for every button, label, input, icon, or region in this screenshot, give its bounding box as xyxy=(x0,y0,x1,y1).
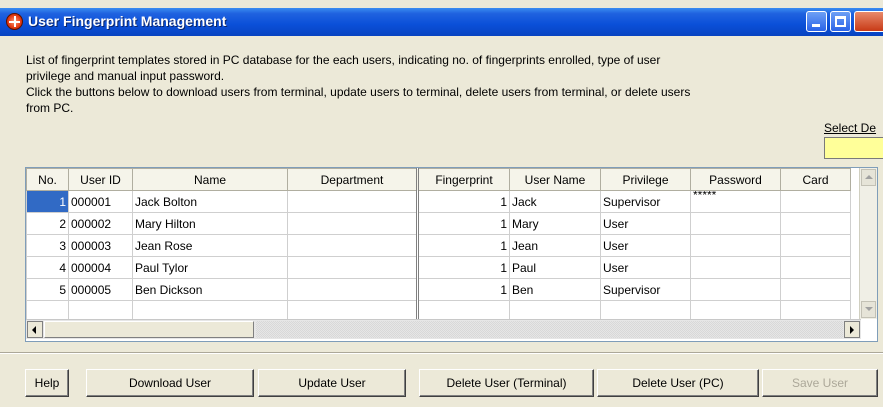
table-header-row: No. User ID Name Department Fingerprint … xyxy=(26,168,851,191)
minimize-button[interactable] xyxy=(806,11,827,32)
horizontal-scrollbar[interactable] xyxy=(26,319,861,339)
cell-privilege[interactable]: User xyxy=(600,234,691,257)
delete-user-pc-button[interactable]: Delete User (PC) xyxy=(597,369,759,397)
cell-fingerprint[interactable]: 1 xyxy=(416,234,510,257)
cell-privilege[interactable]: User xyxy=(600,212,691,235)
description-line: from PC. xyxy=(26,101,74,115)
cell-password[interactable] xyxy=(690,234,781,257)
app-icon xyxy=(6,13,23,30)
cell-privilege[interactable]: Supervisor xyxy=(600,278,691,301)
cell-user-name[interactable]: Mary xyxy=(509,212,601,235)
column-header-department[interactable]: Department xyxy=(287,168,418,191)
update-user-button[interactable]: Update User xyxy=(258,369,406,397)
cell-name[interactable]: Mary Hilton xyxy=(132,212,288,235)
cell-user-name[interactable]: Ben xyxy=(509,278,601,301)
arrow-up-icon xyxy=(865,175,873,179)
save-user-button[interactable]: Save User xyxy=(762,369,878,397)
scroll-right-button[interactable] xyxy=(844,321,860,338)
maximize-button[interactable] xyxy=(830,11,851,32)
cell-name[interactable]: Ben Dickson xyxy=(132,278,288,301)
cell-fingerprint[interactable]: 1 xyxy=(416,212,510,235)
cell-department[interactable] xyxy=(287,212,418,235)
cell-user-name[interactable]: Jean xyxy=(509,234,601,257)
arrow-down-icon xyxy=(865,307,873,311)
cell-department[interactable] xyxy=(287,234,418,257)
cell-card[interactable] xyxy=(780,190,851,213)
cell-user-name[interactable]: Jack xyxy=(509,190,601,213)
cell-user-id[interactable]: 000004 xyxy=(68,256,133,279)
download-user-button[interactable]: Download User xyxy=(86,369,254,397)
column-header-password[interactable]: Password xyxy=(690,168,781,191)
cell-user-id[interactable]: 000003 xyxy=(68,234,133,257)
cell-no[interactable]: 4 xyxy=(26,256,69,279)
horizontal-scroll-track[interactable] xyxy=(256,321,843,338)
cell-name[interactable]: Jack Bolton xyxy=(132,190,288,213)
cell-no[interactable]: 3 xyxy=(26,234,69,257)
description-line: privilege and manual input password. xyxy=(26,69,225,83)
cell-user-id[interactable]: 000001 xyxy=(68,190,133,213)
column-header-fingerprint[interactable]: Fingerprint xyxy=(416,168,510,191)
select-device-field[interactable] xyxy=(824,137,883,159)
cell-no[interactable]: 2 xyxy=(26,212,69,235)
column-header-user-name[interactable]: User Name xyxy=(509,168,601,191)
close-button[interactable] xyxy=(854,11,883,32)
cell-department[interactable] xyxy=(287,256,418,279)
table-row[interactable]: 1 000001 Jack Bolton 1 Jack Supervisor *… xyxy=(26,190,851,213)
help-button[interactable]: Help xyxy=(25,369,69,397)
table-row[interactable]: 4 000004 Paul Tylor 1 Paul User xyxy=(26,256,851,279)
horizontal-scroll-thumb[interactable] xyxy=(44,321,254,338)
scroll-down-button[interactable] xyxy=(861,301,876,318)
user-fingerprint-window: User Fingerprint Management List of fing… xyxy=(0,0,883,407)
arrow-right-icon xyxy=(850,326,854,334)
cell-no[interactable]: 1 xyxy=(26,190,69,213)
description-line: List of fingerprint templates stored in … xyxy=(26,53,661,67)
cell-card[interactable] xyxy=(780,234,851,257)
table-row[interactable]: 5 000005 Ben Dickson 1 Ben Supervisor xyxy=(26,278,851,301)
cell-name[interactable]: Paul Tylor xyxy=(132,256,288,279)
description-text: List of fingerprint templates stored in … xyxy=(26,52,816,116)
column-header-user-id[interactable]: User ID xyxy=(68,168,133,191)
cell-user-name[interactable]: Paul xyxy=(509,256,601,279)
cell-no[interactable]: 5 xyxy=(26,278,69,301)
cell-privilege[interactable]: Supervisor xyxy=(600,190,691,213)
user-table: No. User ID Name Department Fingerprint … xyxy=(26,168,851,323)
table-row[interactable]: 3 000003 Jean Rose 1 Jean User xyxy=(26,234,851,257)
window-title: User Fingerprint Management xyxy=(28,13,227,29)
cell-password[interactable] xyxy=(690,278,781,301)
arrow-left-icon xyxy=(32,326,36,334)
cell-user-id[interactable]: 000005 xyxy=(68,278,133,301)
cell-fingerprint[interactable]: 1 xyxy=(416,256,510,279)
cell-password[interactable]: ***** xyxy=(690,190,781,213)
title-bar[interactable]: User Fingerprint Management xyxy=(0,8,883,36)
vertical-scrollbar[interactable] xyxy=(859,168,877,319)
delete-user-terminal-button[interactable]: Delete User (Terminal) xyxy=(419,369,594,397)
scroll-up-button[interactable] xyxy=(861,169,876,186)
column-header-card[interactable]: Card xyxy=(780,168,851,191)
select-device-label: Select De xyxy=(824,121,877,135)
cell-user-id[interactable]: 000002 xyxy=(68,212,133,235)
cell-fingerprint[interactable]: 1 xyxy=(416,190,510,213)
cell-card[interactable] xyxy=(780,278,851,301)
cell-privilege[interactable]: User xyxy=(600,256,691,279)
cell-fingerprint[interactable]: 1 xyxy=(416,278,510,301)
cell-name[interactable]: Jean Rose xyxy=(132,234,288,257)
cell-card[interactable] xyxy=(780,212,851,235)
user-grid[interactable]: No. User ID Name Department Fingerprint … xyxy=(25,167,878,342)
cell-password[interactable] xyxy=(690,256,781,279)
scroll-left-button[interactable] xyxy=(27,321,43,338)
column-header-privilege[interactable]: Privilege xyxy=(600,168,691,191)
column-header-no[interactable]: No. xyxy=(26,168,69,191)
cell-department[interactable] xyxy=(287,278,418,301)
cell-card[interactable] xyxy=(780,256,851,279)
table-row[interactable]: 2 000002 Mary Hilton 1 Mary User xyxy=(26,212,851,235)
cell-password[interactable] xyxy=(690,212,781,235)
cell-department[interactable] xyxy=(287,190,418,213)
column-header-name[interactable]: Name xyxy=(132,168,288,191)
description-line: Click the buttons below to download user… xyxy=(26,85,691,99)
divider xyxy=(0,352,883,354)
